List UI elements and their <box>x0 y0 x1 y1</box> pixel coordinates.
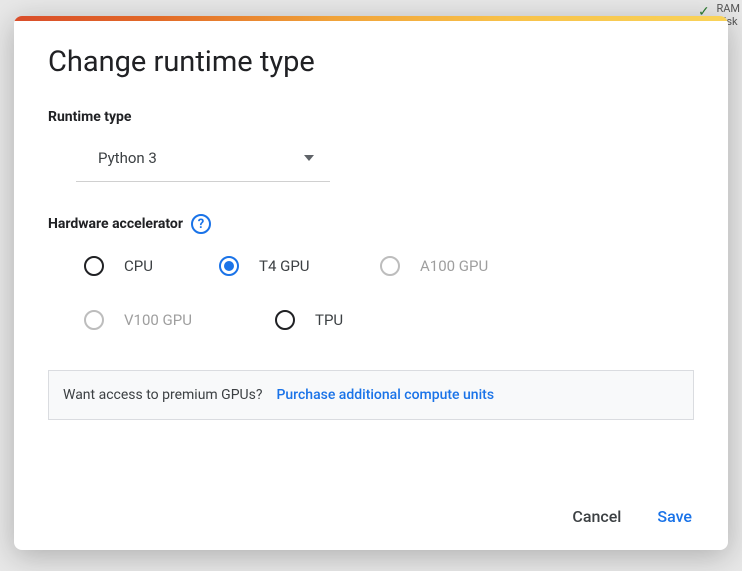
runtime-type-select-wrap: Python 3 <box>76 135 694 182</box>
chevron-down-icon <box>304 155 314 161</box>
radio-icon <box>84 310 104 330</box>
runtime-type-value: Python 3 <box>98 149 157 167</box>
runtime-type-label: Runtime type <box>48 109 694 125</box>
radio-icon <box>84 256 104 276</box>
radio-label: V100 GPU <box>124 311 192 329</box>
promo-text: Want access to premium GPUs? <box>63 387 262 403</box>
radio-icon <box>275 310 295 330</box>
premium-gpu-promo: Want access to premium GPUs? Purchase ad… <box>48 370 694 420</box>
accelerator-option-tpu[interactable]: TPU <box>275 310 415 330</box>
dialog-title: Change runtime type <box>48 45 694 79</box>
accelerator-radio-group: CPU T4 GPU A100 GPU V100 GPU TPU <box>84 256 644 330</box>
radio-label: TPU <box>315 311 343 329</box>
accelerator-option-t4[interactable]: T4 GPU <box>219 256 380 276</box>
accelerator-label-row: Hardware accelerator ? <box>48 214 694 234</box>
accelerator-option-a100: A100 GPU <box>380 256 560 276</box>
radio-label: A100 GPU <box>420 257 488 275</box>
cancel-button[interactable]: Cancel <box>572 507 621 526</box>
purchase-units-link[interactable]: Purchase additional compute units <box>276 387 494 403</box>
save-button[interactable]: Save <box>657 507 692 526</box>
dialog-footer: Cancel Save <box>14 489 728 550</box>
accelerator-option-cpu[interactable]: CPU <box>84 256 219 276</box>
radio-icon <box>219 256 239 276</box>
accelerator-option-v100: V100 GPU <box>84 310 275 330</box>
help-icon[interactable]: ? <box>191 214 211 234</box>
radio-icon <box>380 256 400 276</box>
dialog-content: Change runtime type Runtime type Python … <box>14 21 728 489</box>
radio-label: CPU <box>124 257 153 275</box>
ram-label: RAM <box>716 2 740 15</box>
runtime-settings-dialog: Change runtime type Runtime type Python … <box>14 16 728 550</box>
runtime-type-select[interactable]: Python 3 <box>76 135 330 182</box>
radio-label: T4 GPU <box>259 257 310 275</box>
accelerator-label: Hardware accelerator <box>48 216 183 232</box>
